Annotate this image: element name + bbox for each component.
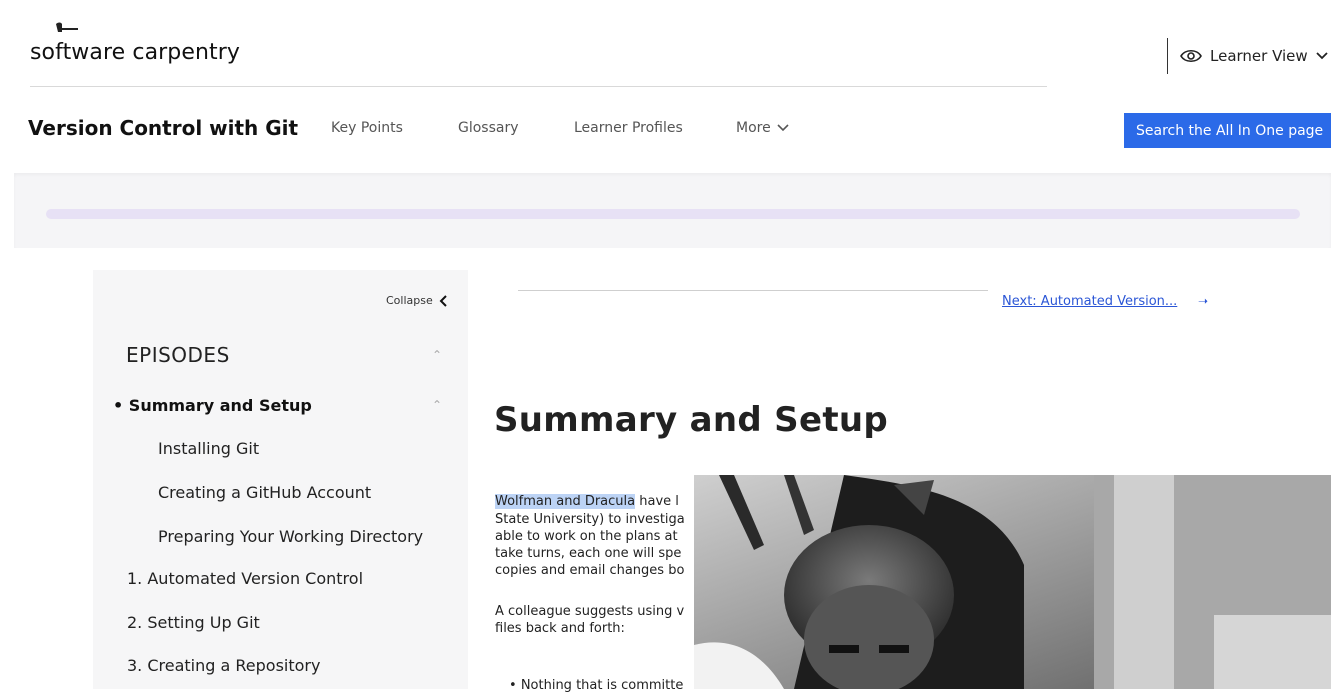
list-item: • Nothing that is committe (509, 678, 684, 693)
content-divider (518, 290, 988, 291)
sidebar-item-setting-up-git[interactable]: 2. Setting Up Git (127, 613, 260, 632)
nav-key-points[interactable]: Key Points (331, 120, 403, 136)
arrow-right-icon[interactable]: ➝ (1198, 294, 1208, 308)
search-all-in-one-button[interactable]: Search the All In One page (1124, 113, 1331, 148)
learner-view-divider (1167, 38, 1168, 74)
chevron-left-icon (439, 294, 447, 307)
paragraph-line: able to work on the plans at (495, 529, 678, 544)
next-episode-link[interactable]: Next: Automated Version... (1002, 294, 1177, 309)
paragraph-line: take turns, each one will spe (495, 546, 682, 561)
sidebar-item-automated-version-control[interactable]: 1. Automated Version Control (127, 569, 363, 588)
sidebar-item-creating-a-repository[interactable]: 3. Creating a Repository (127, 656, 320, 675)
logo-text: software carpentry (30, 40, 241, 65)
header-divider (30, 86, 1047, 87)
nav-more-label: More (736, 120, 771, 136)
paragraph-line: State University) to investiga (495, 512, 685, 527)
sidebar-item-summary-and-setup[interactable]: • Summary and Setup (113, 396, 312, 415)
lesson-title[interactable]: Version Control with Git (28, 116, 298, 140)
nav-glossary[interactable]: Glossary (458, 120, 519, 136)
sidebar-item-installing-git[interactable]: Installing Git (158, 439, 259, 458)
eye-icon (1180, 49, 1202, 63)
sidebar-item-label: Summary and Setup (128, 396, 312, 415)
photo-overlay-image (694, 475, 1331, 689)
chevron-down-icon (1316, 52, 1328, 60)
hammer-icon (56, 22, 78, 32)
nav-learner-profiles[interactable]: Learner Profiles (574, 120, 683, 136)
progress-bar (46, 209, 1300, 219)
software-carpentry-logo[interactable]: software carpentry (30, 22, 260, 72)
learner-view-label: Learner View (1210, 47, 1308, 65)
learner-view-toggle[interactable]: Learner View (1180, 42, 1328, 70)
paragraph-line: files back and forth: (495, 621, 625, 636)
collapse-sidebar-button[interactable]: Collapse (386, 294, 447, 307)
paragraph-line: Wolfman and Dracula have l (495, 494, 679, 509)
page-title: Summary and Setup (494, 400, 889, 440)
paragraph-line: A colleague suggests using v (495, 604, 685, 619)
collapse-label: Collapse (386, 294, 433, 307)
sidebar-item-creating-github-account[interactable]: Creating a GitHub Account (158, 483, 371, 502)
chevron-up-icon[interactable]: ⌃ (432, 348, 442, 362)
photo-content (694, 475, 1331, 689)
nav-more-dropdown[interactable]: More (736, 120, 789, 136)
sidebar-item-preparing-working-directory[interactable]: Preparing Your Working Directory (158, 527, 423, 546)
chevron-up-icon[interactable]: ⌃ (432, 398, 442, 412)
highlighted-text: Wolfman and Dracula (495, 494, 636, 509)
chevron-down-icon (777, 124, 789, 132)
episodes-header[interactable]: EPISODES (126, 343, 230, 367)
paragraph-line: copies and email changes bo (495, 563, 685, 578)
